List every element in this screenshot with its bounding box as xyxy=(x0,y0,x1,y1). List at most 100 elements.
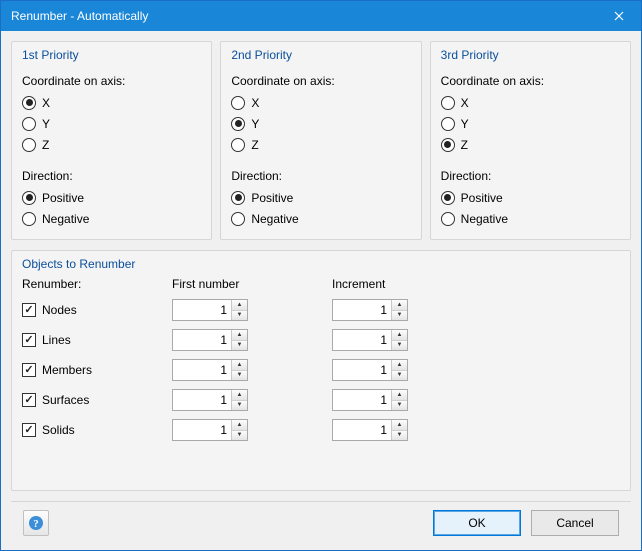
priority-1-axis-x[interactable]: X xyxy=(22,92,201,113)
priority-3-dir-negative[interactable]: Negative xyxy=(441,208,620,229)
priority-1-coord-label: Coordinate on axis: xyxy=(22,74,201,88)
spin-up-icon[interactable]: ▲ xyxy=(232,420,247,431)
row-label: Members xyxy=(42,363,92,377)
col-first-header: First number xyxy=(172,277,292,291)
spin-down-icon[interactable]: ▼ xyxy=(232,311,247,321)
spin-down-icon[interactable]: ▼ xyxy=(392,401,407,411)
increment-nodes[interactable]: ▲ ▼ xyxy=(332,299,408,321)
spin-up-icon[interactable]: ▲ xyxy=(232,360,247,371)
priority-3-axis-z[interactable]: Z xyxy=(441,134,620,155)
check-members[interactable]: Members xyxy=(22,360,172,381)
priority-1-dir-positive[interactable]: Positive xyxy=(22,187,201,208)
priority-2-axis-y[interactable]: Y xyxy=(231,113,410,134)
check-nodes[interactable]: Nodes xyxy=(22,300,172,321)
first-number-input[interactable] xyxy=(173,300,231,320)
checkbox-icon xyxy=(22,303,36,317)
radio-icon xyxy=(441,96,455,110)
radio-icon xyxy=(22,117,36,131)
ok-button[interactable]: OK xyxy=(433,510,521,536)
check-surfaces[interactable]: Surfaces xyxy=(22,390,172,411)
increment-surfaces[interactable]: ▲ ▼ xyxy=(332,389,408,411)
spin-buttons: ▲ ▼ xyxy=(231,420,247,440)
radio-icon xyxy=(22,191,36,205)
spin-buttons: ▲ ▼ xyxy=(391,420,407,440)
priority-1-axis-z[interactable]: Z xyxy=(22,134,201,155)
objects-grid: Renumber: First number Increment Nodes ▲… xyxy=(22,277,620,441)
priority-3-title: 3rd Priority xyxy=(441,48,620,68)
increment-solids[interactable]: ▲ ▼ xyxy=(332,419,408,441)
increment-members[interactable]: ▲ ▼ xyxy=(332,359,408,381)
spin-up-icon[interactable]: ▲ xyxy=(232,300,247,311)
radio-icon xyxy=(231,96,245,110)
first-number-lines[interactable]: ▲ ▼ xyxy=(172,329,248,351)
dir-negative-label: Negative xyxy=(251,212,298,226)
increment-input[interactable] xyxy=(333,390,391,410)
spin-up-icon[interactable]: ▲ xyxy=(392,360,407,371)
increment-lines[interactable]: ▲ ▼ xyxy=(332,329,408,351)
priority-1-group: 1st Priority Coordinate on axis: X Y Z D… xyxy=(11,41,212,240)
spin-down-icon[interactable]: ▼ xyxy=(232,401,247,411)
spin-buttons: ▲ ▼ xyxy=(391,390,407,410)
help-button[interactable]: ? xyxy=(23,510,49,536)
first-number-nodes[interactable]: ▲ ▼ xyxy=(172,299,248,321)
increment-input[interactable] xyxy=(333,360,391,380)
priority-1-axis-y[interactable]: Y xyxy=(22,113,201,134)
spin-down-icon[interactable]: ▼ xyxy=(392,341,407,351)
first-number-input[interactable] xyxy=(173,330,231,350)
first-number-input[interactable] xyxy=(173,390,231,410)
first-number-surfaces[interactable]: ▲ ▼ xyxy=(172,389,248,411)
spin-down-icon[interactable]: ▼ xyxy=(392,311,407,321)
spin-buttons: ▲ ▼ xyxy=(231,300,247,320)
spin-down-icon[interactable]: ▼ xyxy=(232,371,247,381)
axis-z-label: Z xyxy=(42,138,49,152)
axis-y-label: Y xyxy=(461,117,469,131)
increment-input[interactable] xyxy=(333,330,391,350)
svg-text:?: ? xyxy=(33,518,39,530)
priority-3-dir-positive[interactable]: Positive xyxy=(441,187,620,208)
spin-down-icon[interactable]: ▼ xyxy=(232,341,247,351)
priority-2-axis-z[interactable]: Z xyxy=(231,134,410,155)
axis-y-label: Y xyxy=(42,117,50,131)
first-number-input[interactable] xyxy=(173,360,231,380)
spin-up-icon[interactable]: ▲ xyxy=(392,300,407,311)
spin-up-icon[interactable]: ▲ xyxy=(232,390,247,401)
priority-2-coord-label: Coordinate on axis: xyxy=(231,74,410,88)
dir-negative-label: Negative xyxy=(461,212,508,226)
spin-up-icon[interactable]: ▲ xyxy=(392,390,407,401)
radio-icon xyxy=(441,117,455,131)
priority-2-group: 2nd Priority Coordinate on axis: X Y Z D… xyxy=(220,41,421,240)
check-solids[interactable]: Solids xyxy=(22,420,172,441)
spin-buttons: ▲ ▼ xyxy=(391,330,407,350)
cancel-button[interactable]: Cancel xyxy=(531,510,619,536)
increment-input[interactable] xyxy=(333,300,391,320)
objects-title: Objects to Renumber xyxy=(22,257,620,277)
priority-2-dir-negative[interactable]: Negative xyxy=(231,208,410,229)
spin-down-icon[interactable]: ▼ xyxy=(392,431,407,441)
priority-1-dir-negative[interactable]: Negative xyxy=(22,208,201,229)
axis-y-label: Y xyxy=(251,117,259,131)
spin-down-icon[interactable]: ▼ xyxy=(392,371,407,381)
radio-icon xyxy=(441,191,455,205)
first-number-members[interactable]: ▲ ▼ xyxy=(172,359,248,381)
row-label: Nodes xyxy=(42,303,77,317)
axis-x-label: X xyxy=(461,96,469,110)
spin-buttons: ▲ ▼ xyxy=(391,360,407,380)
close-button[interactable] xyxy=(596,1,641,31)
spin-up-icon[interactable]: ▲ xyxy=(392,330,407,341)
first-number-solids[interactable]: ▲ ▼ xyxy=(172,419,248,441)
increment-input[interactable] xyxy=(333,420,391,440)
radio-icon xyxy=(231,191,245,205)
priority-3-axis-y[interactable]: Y xyxy=(441,113,620,134)
priority-3-axis-x[interactable]: X xyxy=(441,92,620,113)
spin-up-icon[interactable]: ▲ xyxy=(232,330,247,341)
col-increment-header: Increment xyxy=(332,277,452,291)
radio-icon xyxy=(22,96,36,110)
priority-2-dir-positive[interactable]: Positive xyxy=(231,187,410,208)
spin-up-icon[interactable]: ▲ xyxy=(392,420,407,431)
priority-2-axis-x[interactable]: X xyxy=(231,92,410,113)
first-number-input[interactable] xyxy=(173,420,231,440)
radio-icon xyxy=(231,117,245,131)
titlebar: Renumber - Automatically xyxy=(1,1,641,31)
check-lines[interactable]: Lines xyxy=(22,330,172,351)
spin-down-icon[interactable]: ▼ xyxy=(232,431,247,441)
